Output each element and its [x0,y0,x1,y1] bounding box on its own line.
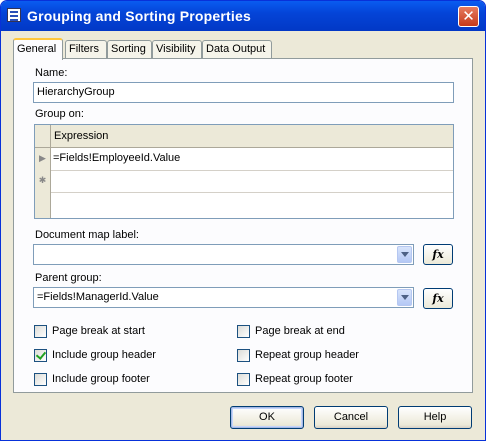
page-break-start-label[interactable]: Page break at start [52,325,145,337]
close-button[interactable]: ✕ [458,6,479,27]
group-on-label: Group on: [35,108,84,120]
doc-map-label: Document map label: [35,229,139,241]
parent-group-value: =Fields!ManagerId.Value [37,291,159,303]
cancel-button[interactable]: Cancel [314,406,388,429]
repeat-group-footer-checkbox[interactable] [237,373,250,386]
grid-header: Expression [35,125,453,148]
new-table-row[interactable]: ✱ [35,170,453,193]
tab-sorting[interactable]: Sorting [107,40,152,58]
parent-group-label: Parent group: [35,272,102,284]
tab-visibility[interactable]: Visibility [152,40,202,58]
group-on-grid: Expression ▶ =Fields!EmployeeId.Value ✱ [34,124,454,219]
page-break-end-checkbox[interactable] [237,325,250,338]
expression-cell[interactable]: =Fields!EmployeeId.Value [53,152,180,164]
tab-general[interactable]: General [13,38,63,60]
new-row-asterisk-icon[interactable]: ✱ [35,170,51,192]
name-field[interactable]: HierarchyGroup [33,82,454,103]
chevron-down-icon[interactable] [397,246,412,263]
repeat-group-header-label[interactable]: Repeat group header [255,349,359,361]
expression-column-header[interactable]: Expression [54,130,108,142]
doc-map-label-combo[interactable] [33,244,414,265]
chevron-down-icon[interactable] [397,289,412,306]
include-group-header-checkbox[interactable] [34,349,47,362]
table-row[interactable]: ▶ =Fields!EmployeeId.Value [35,148,453,171]
repeat-group-footer-label[interactable]: Repeat group footer [255,373,353,385]
parent-group-fx-button[interactable]: fx [423,288,453,309]
tab-data-output[interactable]: Data Output [202,40,272,58]
window-title: Grouping and Sorting Properties [27,8,251,24]
ok-button[interactable]: OK [230,406,304,429]
grid-corner [35,125,51,147]
parent-group-combo[interactable]: =Fields!ManagerId.Value [33,287,414,308]
include-group-header-label[interactable]: Include group header [52,349,156,361]
page-break-start-checkbox[interactable] [34,325,47,338]
page-break-end-label[interactable]: Page break at end [255,325,345,337]
include-group-footer-label[interactable]: Include group footer [52,373,150,385]
doc-map-fx-button[interactable]: fx [423,244,453,265]
repeat-group-header-checkbox[interactable] [237,349,250,362]
grid-empty-area [35,191,51,218]
grouping-icon [7,8,21,22]
dialog-window: Grouping and Sorting Properties ✕ Genera… [0,0,486,441]
help-button[interactable]: Help [398,406,472,429]
include-group-footer-checkbox[interactable] [34,373,47,386]
tab-filters[interactable]: Filters [65,40,107,58]
title-bar[interactable]: Grouping and Sorting Properties ✕ [1,1,485,31]
current-row-arrow-icon[interactable]: ▶ [35,148,51,170]
name-label: Name: [35,67,68,79]
